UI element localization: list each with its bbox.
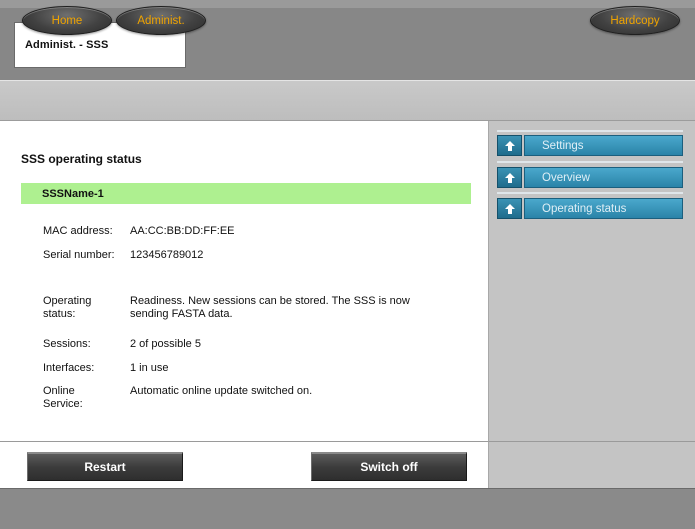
interfaces-value: 1 in use bbox=[130, 362, 169, 374]
hardcopy-button[interactable]: Hardcopy bbox=[590, 6, 680, 35]
action-bar-side bbox=[488, 441, 695, 488]
operating-status-value: Readiness. New sessions can be stored. T… bbox=[130, 295, 460, 321]
sessions-label: Sessions: bbox=[43, 338, 91, 350]
operating-status-value-line1: Readiness. New sessions can be stored. T… bbox=[130, 295, 410, 307]
switch-off-button[interactable]: Switch off bbox=[311, 452, 467, 481]
menu-divider bbox=[497, 161, 683, 163]
device-name-bar: SSSName-1 bbox=[21, 183, 471, 204]
online-service-label: Online Service: bbox=[43, 385, 123, 411]
mac-address-label: MAC address: bbox=[43, 225, 113, 237]
main-content: SSS operating status SSSName-1 MAC addre… bbox=[0, 121, 488, 441]
menu-item-operating-status[interactable]: Operating status bbox=[497, 198, 683, 219]
operating-status-label: Operating status: bbox=[43, 295, 123, 321]
menu-divider bbox=[497, 192, 683, 194]
menu-divider bbox=[497, 130, 683, 132]
page-title: SSS operating status bbox=[21, 152, 142, 166]
serial-number-value: 123456789012 bbox=[130, 249, 204, 261]
online-service-label-line2: Service: bbox=[43, 398, 83, 410]
menu-item-overview[interactable]: Overview bbox=[497, 167, 683, 188]
menu-item-overview-label: Overview bbox=[524, 167, 683, 188]
nav-band bbox=[0, 80, 695, 121]
mac-address-value: AA:CC:BB:DD:FF:EE bbox=[130, 225, 235, 237]
menu-item-settings-label: Settings bbox=[524, 135, 683, 156]
interfaces-label: Interfaces: bbox=[43, 362, 95, 374]
footer-band bbox=[0, 488, 695, 529]
home-button[interactable]: Home bbox=[22, 6, 112, 35]
online-service-value: Automatic online update switched on. bbox=[130, 385, 313, 397]
sessions-value: 2 of possible 5 bbox=[130, 338, 201, 350]
menu-item-operating-status-label: Operating status bbox=[524, 198, 683, 219]
administ-button[interactable]: Administ. bbox=[116, 6, 206, 35]
online-service-label-line1: Online bbox=[43, 385, 75, 397]
restart-button[interactable]: Restart bbox=[27, 452, 183, 481]
arrow-up-icon bbox=[497, 167, 522, 188]
operating-status-label-line2: status: bbox=[43, 308, 76, 320]
operating-status-value-line2: sending FASTA data. bbox=[130, 308, 233, 320]
arrow-up-icon bbox=[497, 198, 522, 219]
menu-item-settings[interactable]: Settings bbox=[497, 135, 683, 156]
serial-number-label: Serial number: bbox=[43, 249, 115, 261]
operating-status-label-line1: Operating bbox=[43, 295, 92, 307]
arrow-up-icon bbox=[497, 135, 522, 156]
